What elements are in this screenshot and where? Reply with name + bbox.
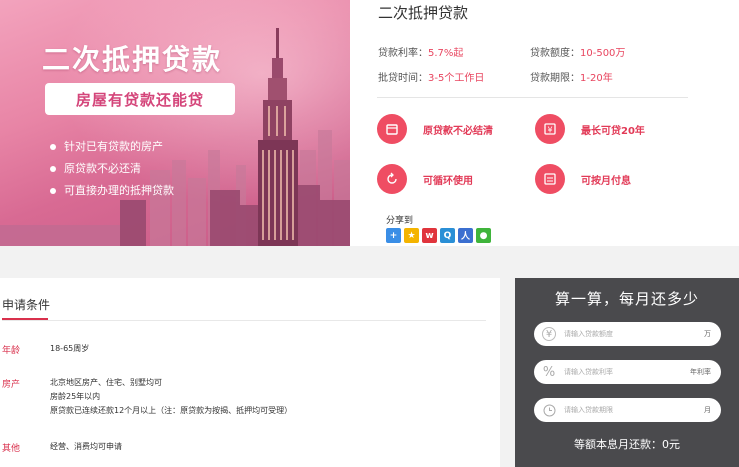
loan-calculator: 算一算，每月还多少 ¥ 请输入贷款额度 万 % 请输入贷款利率 年利率 请输入贷… [515,278,739,467]
bullet-dot-icon [50,188,56,194]
bullet-dot-icon [50,166,56,172]
divider [377,97,688,98]
empire-state-building [258,28,298,246]
share-qzone-icon[interactable]: ★ [404,228,419,243]
bullet-dot-icon [50,144,56,150]
conditions-title: 申请条件 [2,298,51,312]
house-icon [377,114,407,144]
product-title: 二次抵押贷款 [378,4,469,22]
loan-amount-input[interactable]: ¥ 请输入贷款额度 万 [534,322,721,346]
feature-item: 可按月付息 [535,164,631,194]
feature-item: 可循环使用 [377,164,473,194]
share-renren-icon[interactable]: 人 [458,228,473,243]
spec-term: 贷款期限：1-20年 [530,73,613,84]
share-wechat-icon[interactable]: ● [476,228,491,243]
spec-approval-time: 批贷时间：3-5个工作日 [378,73,485,84]
feature-item: ¥ 最长可贷20年 [535,114,645,144]
clock-icon [542,403,556,417]
feature-item: 原贷款不必结清 [377,114,493,144]
share-weibo-icon[interactable]: w [422,228,437,243]
monthly-payment-result: 等额本息月还款：0元 [574,438,680,451]
hero-bullet: 可直接办理的抵押贷款 [50,180,174,202]
calculator-title: 算一算，每月还多少 [554,290,699,308]
condition-value-property: 北京地区房产、住宅、别墅均可 房龄25年以内 原贷款已连续还款12个月以上（注：… [50,378,293,415]
yen-icon: ¥ [535,114,565,144]
svg-text:¥: ¥ [547,126,552,135]
refresh-icon [377,164,407,194]
share-tencent-icon[interactable]: Q [440,228,455,243]
condition-key-age: 年龄 [2,346,21,356]
hero-subtitle-pill: 房屋有贷款还能贷 [45,83,235,115]
percent-icon: % [542,364,556,380]
conditions-panel: 申请条件 年龄 18-65周岁 房产 北京地区房产、住宅、别墅均可 房龄25年以… [0,278,500,467]
spec-rate: 贷款利率：5.7%起 [378,48,464,59]
condition-value-other: 经营、消费均可申请 [50,442,122,451]
share-icon-row: + ★ w Q 人 ● [386,228,491,243]
condition-key-property: 房产 [2,380,21,390]
hero-bullet: 针对已有贷款的房产 [50,136,174,158]
hero-bullet: 原贷款不必还清 [50,158,174,180]
condition-value-age: 18-65周岁 [50,344,90,353]
loan-rate-input[interactable]: % 请输入贷款利率 年利率 [534,360,721,384]
hero-title: 二次抵押贷款 [42,43,223,76]
hero-banner: 二次抵押贷款 房屋有贷款还能贷 针对已有贷款的房产 原贷款不必还清 可直接办理的… [0,0,350,246]
city-skyline-image [0,28,350,246]
condition-key-other: 其他 [2,444,21,454]
divider [2,320,486,321]
calendar-icon [535,164,565,194]
yen-icon: ¥ [542,327,556,341]
hero-bullet-list: 针对已有贷款的房产 原贷款不必还清 可直接办理的抵押贷款 [50,136,174,202]
loan-term-input[interactable]: 请输入贷款期限 月 [534,398,721,422]
spec-amount: 贷款额度：10-500万 [530,48,626,59]
share-label: 分享到 [386,216,414,226]
share-more-icon[interactable]: + [386,228,401,243]
product-info-panel: 二次抵押贷款 贷款利率：5.7%起 贷款额度：10-500万 批贷时间：3-5个… [350,0,739,246]
